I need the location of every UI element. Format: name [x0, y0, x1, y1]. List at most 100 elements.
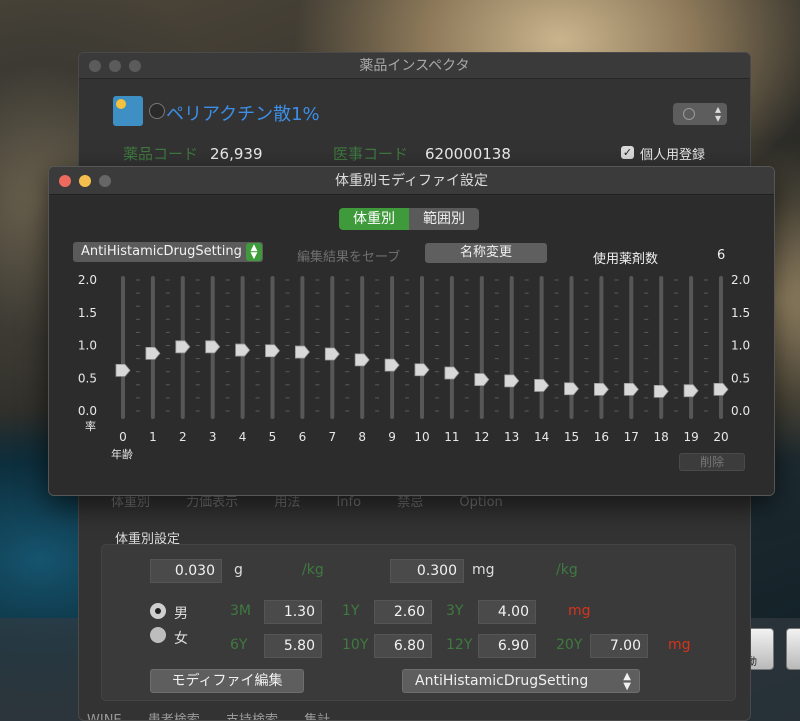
x-tick-label: 15 — [564, 430, 579, 444]
medical-code-label: 医事コード — [333, 145, 409, 163]
slider-knob[interactable] — [444, 366, 460, 380]
tab-weight[interactable]: 体重別 — [111, 495, 150, 510]
slider-track — [599, 276, 604, 419]
age-10y-label: 10Y — [342, 637, 369, 653]
tab-option[interactable]: Option — [459, 495, 502, 510]
y-tick-label-left: 1.5 — [78, 306, 97, 320]
slider-knob[interactable] — [324, 347, 340, 361]
x-tick-label: 5 — [269, 430, 277, 444]
tab-info[interactable]: Info — [336, 495, 361, 510]
tab-contraindication[interactable]: 禁忌 — [397, 495, 423, 510]
age-6y-field[interactable]: 5.80 — [264, 634, 322, 658]
slider-knob[interactable] — [175, 340, 191, 354]
slider-knob[interactable] — [205, 340, 221, 354]
x-axis-label: 年齢 — [111, 447, 133, 461]
male-radio[interactable] — [150, 603, 166, 619]
slider-knob[interactable] — [235, 343, 251, 357]
x-tick-label: 19 — [683, 430, 698, 444]
per-kg-2: /kg — [556, 562, 578, 578]
x-tick-label: 7 — [328, 430, 336, 444]
mg-label-1: mg — [568, 603, 591, 619]
y-tick-label-right: 0.5 — [731, 371, 750, 385]
slider-knob[interactable] — [504, 374, 520, 388]
x-tick-label: 9 — [388, 430, 396, 444]
slider-knob[interactable] — [534, 379, 550, 392]
age-3m-label: 3M — [230, 603, 251, 619]
x-tick-label: 11 — [444, 430, 459, 444]
slider-knob[interactable] — [294, 345, 310, 359]
y-tick-label-right: 2.0 — [731, 273, 750, 287]
age-12y-label: 12Y — [446, 637, 473, 653]
slider-track — [689, 276, 694, 419]
status-popup[interactable]: ▴ ▾ — [673, 103, 727, 125]
x-tick-label: 18 — [654, 430, 669, 444]
per-kg-1: /kg — [302, 562, 324, 578]
x-tick-label: 3 — [209, 430, 217, 444]
slider-track — [449, 276, 454, 419]
tab-support-search[interactable]: 支持検索 — [226, 713, 278, 720]
tab-summary[interactable]: 集計 — [304, 713, 330, 720]
drug-name: ペリアクチン散1% — [166, 104, 320, 125]
x-tick-label: 8 — [358, 430, 366, 444]
y-tick-label-left: 1.0 — [78, 339, 97, 353]
minimize-button[interactable] — [109, 60, 121, 72]
inspector-title: 薬品インスペクタ — [359, 58, 470, 74]
age-3y-field[interactable]: 4.00 — [478, 600, 536, 624]
slider-knob[interactable] — [145, 346, 161, 360]
slider-track — [569, 276, 574, 419]
dock-app-icon-2[interactable] — [786, 628, 800, 670]
y-tick-label-right: 1.5 — [731, 306, 750, 320]
drug-select-radio[interactable] — [149, 103, 165, 119]
slider-knob[interactable] — [265, 344, 281, 358]
setting-popup[interactable]: AntiHistamicDrugSetting ▲ ▼ — [402, 669, 640, 693]
slider-track — [539, 276, 544, 419]
zoom-button[interactable] — [129, 60, 141, 72]
modify-edit-button[interactable]: モディファイ編集 — [150, 669, 304, 693]
slider-knob[interactable] — [564, 382, 580, 396]
chevron-updown-icon: ▴ ▾ — [714, 102, 721, 125]
dose-g-field[interactable]: 0.030 — [150, 559, 222, 583]
inspector-titlebar: 薬品インスペクタ — [79, 53, 750, 79]
age-3y-label: 3Y — [446, 603, 464, 619]
mg-label-2: mg — [668, 637, 691, 653]
slider-knob[interactable] — [474, 373, 490, 386]
x-tick-label: 20 — [713, 430, 728, 444]
y-tick-label-left: 0.0 — [78, 404, 97, 418]
age-6y-label: 6Y — [230, 637, 248, 653]
weight-modify-dialog: 体重別モディファイ設定 体重別 範囲別 AntiHistamicDrugSett… — [48, 166, 775, 496]
tab-wine[interactable]: WINE — [87, 713, 122, 720]
slider-knob[interactable] — [653, 384, 669, 398]
female-radio[interactable] — [150, 627, 166, 643]
unit-mg: mg — [472, 562, 495, 578]
age-rate-slider-chart: 0 1 2 3 4 5 6 7 8 9 10 11 12 13 14 15 16 17 18 19 200.0 0.00.… — [78, 273, 750, 461]
slider-knob[interactable] — [414, 363, 430, 377]
chevron-updown-icon: ▲ ▼ — [623, 671, 631, 692]
age-3m-field[interactable]: 1.30 — [264, 600, 322, 624]
tab-patient-search[interactable]: 患者検索 — [148, 713, 200, 720]
slider-knob[interactable] — [713, 382, 729, 396]
x-tick-label: 17 — [624, 430, 639, 444]
slider-knob[interactable] — [623, 382, 639, 396]
dose-mg-field[interactable]: 0.300 — [390, 559, 464, 583]
slider-knob[interactable] — [354, 353, 370, 367]
slider-knob[interactable] — [683, 384, 699, 398]
y-tick-label-left: 0.5 — [78, 371, 97, 385]
close-button[interactable] — [89, 60, 101, 72]
slider-track — [509, 276, 514, 419]
unit-g: g — [234, 562, 243, 578]
age-20y-field[interactable]: 7.00 — [590, 634, 648, 658]
age-1y-field[interactable]: 2.60 — [374, 600, 432, 624]
age-10y-field[interactable]: 6.80 — [374, 634, 432, 658]
slider-knob[interactable] — [594, 382, 609, 396]
tab-potency[interactable]: 力価表示 — [186, 495, 238, 510]
slider-knob[interactable] — [115, 363, 131, 377]
axis-labels: 0 1 2 3 4 5 6 7 8 9 10 11 12 13 14 15 16 17 18 19 200.0 0.00.… — [78, 273, 750, 461]
slider-knob[interactable] — [384, 358, 400, 372]
drug-icon — [113, 96, 143, 126]
tab-usage[interactable]: 用法 — [274, 495, 300, 510]
y-tick-label-right: 1.0 — [731, 339, 750, 353]
x-tick-label: 1 — [149, 430, 157, 444]
slider-track — [360, 276, 365, 419]
age-12y-field[interactable]: 6.90 — [478, 634, 536, 658]
personal-register-checkbox[interactable]: ✓ — [621, 146, 634, 159]
